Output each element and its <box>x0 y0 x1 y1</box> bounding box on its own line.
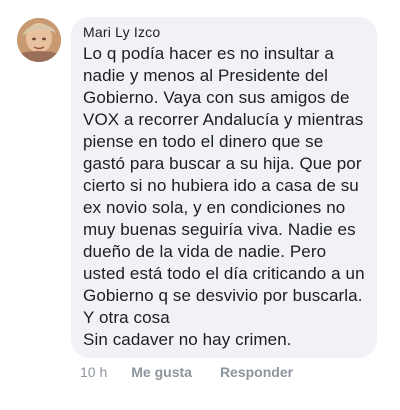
comment-author-name[interactable]: Mari Ly Izco <box>83 23 365 41</box>
author-avatar[interactable] <box>17 18 61 62</box>
reply-button[interactable]: Responder <box>220 364 293 380</box>
comment-bubble: Mari Ly Izco Lo q podía hacer es no insu… <box>71 17 377 358</box>
comment-text: Lo q podía hacer es no insultar a nadie … <box>83 44 365 349</box>
comment-timestamp[interactable]: 10 h <box>80 364 107 380</box>
comment-actions: 10 h Me gusta Responder <box>80 364 293 380</box>
avatar-photo-icon <box>17 18 61 62</box>
like-button[interactable]: Me gusta <box>131 364 192 380</box>
